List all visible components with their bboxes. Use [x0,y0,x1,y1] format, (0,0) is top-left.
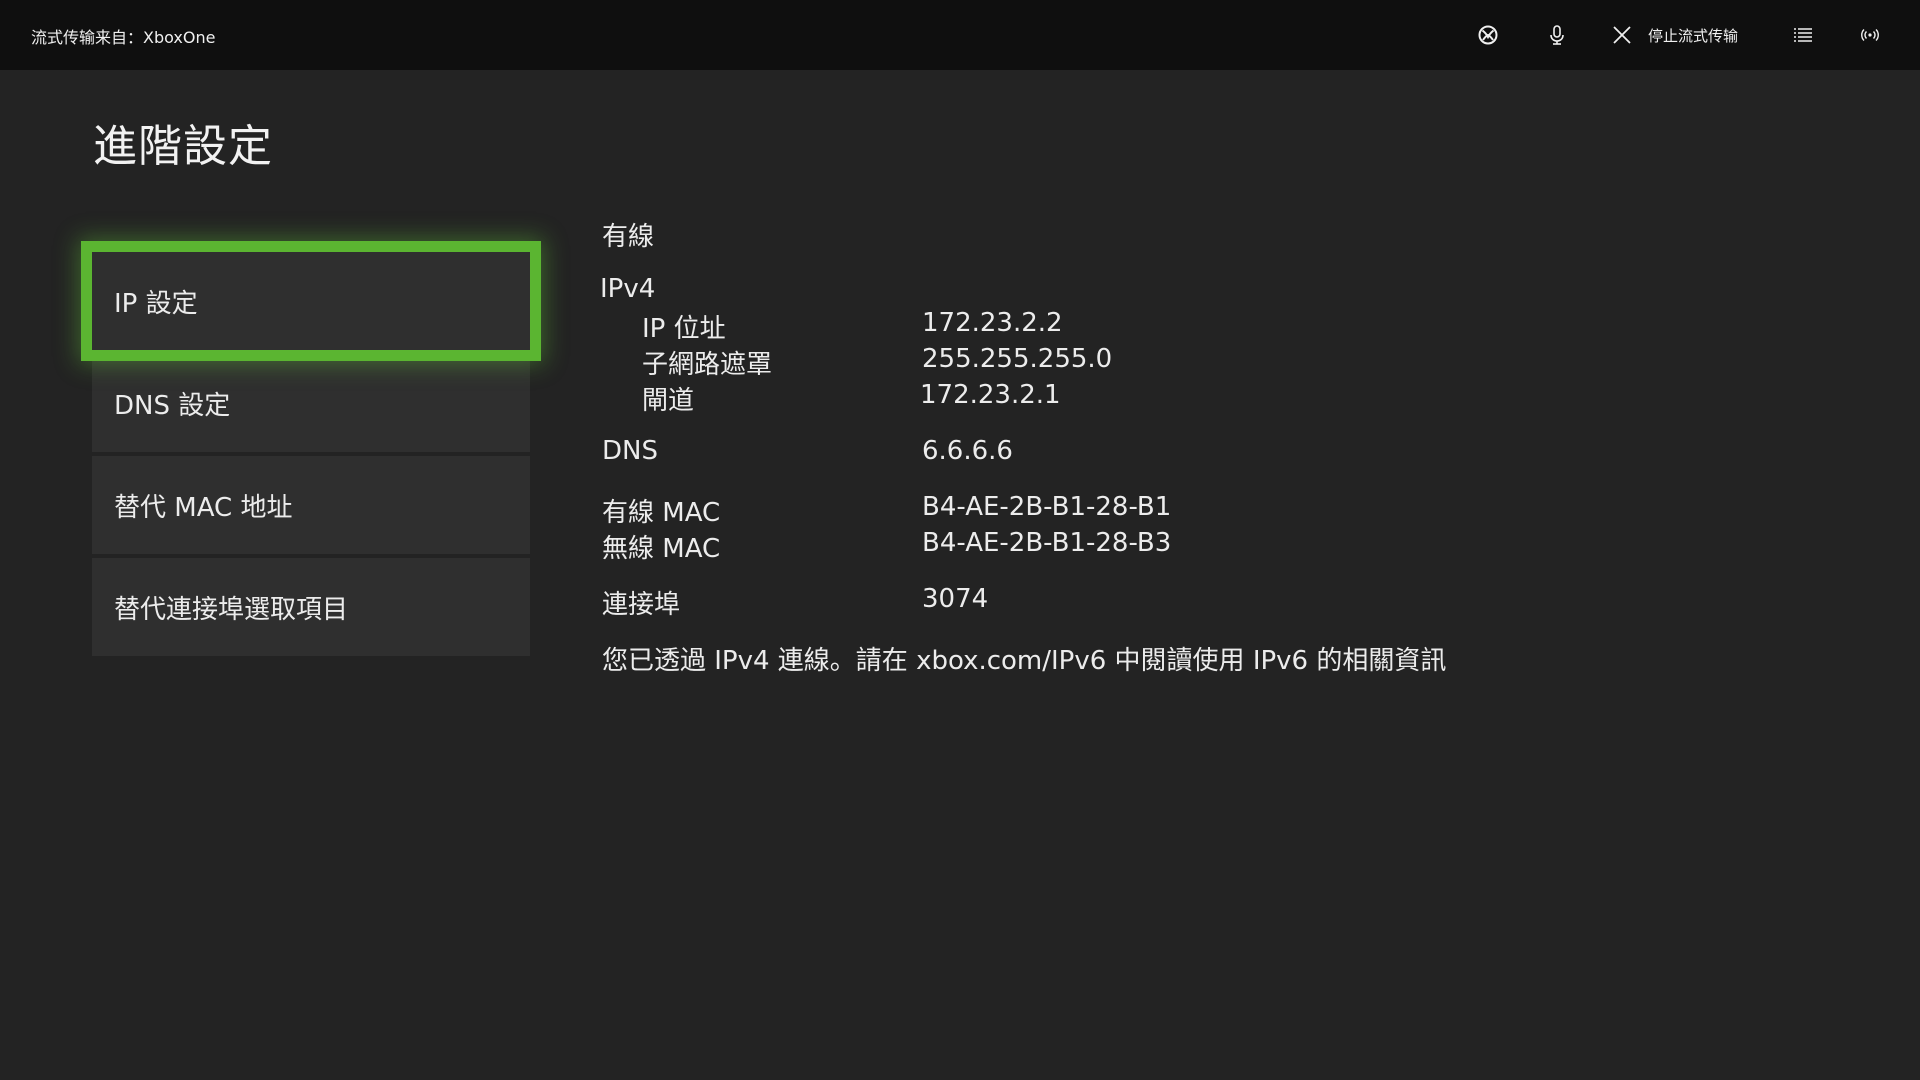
connection-button[interactable] [1857,22,1883,48]
menu-item-label: 替代連接埠選取項目 [114,594,349,625]
wireless-mac-value: B4-AE-2B-B1-28-B3 [922,528,1172,558]
wireless-mac-label: 無線 MAC [602,534,721,564]
xbox-icon [1478,25,1498,45]
streaming-toolbar: 流式传输来自：XboxOne 停止流式传输 [0,0,1920,70]
menu-item-label: 替代 MAC 地址 [114,492,293,523]
subnet-mask-value: 255.255.255.0 [922,344,1113,374]
menu-list-icon [1794,28,1812,42]
gateway-label: 閘道 [642,386,695,416]
menu-button[interactable] [1790,22,1816,48]
stream-source-label: 流式传输来自：XboxOne [31,28,216,47]
menu-item-label: DNS 設定 [114,390,231,421]
dns-label: DNS [602,436,658,466]
stop-streaming-label: 停止流式传输 [1648,26,1739,45]
settings-menu: IP 設定 DNS 設定 替代 MAC 地址 替代連接埠選取項目 [92,252,530,660]
stop-streaming-button[interactable]: 停止流式传输 [1612,20,1738,50]
connection-type: 有線 [602,222,655,252]
menu-item-alternate-mac[interactable]: 替代 MAC 地址 [92,456,530,554]
menu-item-alternate-port[interactable]: 替代連接埠選取項目 [92,558,530,656]
ip-address-value: 172.23.2.2 [922,308,1063,338]
port-value: 3074 [922,584,989,614]
broadcast-icon [1861,29,1879,41]
menu-item-dns-settings[interactable]: DNS 設定 [92,354,530,452]
subnet-mask-label: 子網路遮罩 [642,350,773,380]
page-title: 進階設定 [93,121,273,172]
menu-item-ip-settings[interactable]: IP 設定 [92,252,530,350]
xbox-button[interactable] [1475,22,1501,48]
microphone-icon [1550,25,1564,45]
ip-address-label: IP 位址 [642,314,726,344]
microphone-button[interactable] [1544,22,1570,48]
wired-mac-label: 有線 MAC [602,498,721,528]
close-icon [1613,26,1631,44]
wired-mac-value: B4-AE-2B-B1-28-B1 [922,492,1172,522]
port-label: 連接埠 [602,590,681,620]
dns-value: 6.6.6.6 [922,436,1013,466]
menu-item-label: IP 設定 [114,288,198,319]
ipv6-info-note: 您已透過 IPv4 連線。請在 xbox.com/IPv6 中閱讀使用 IPv6… [602,646,1447,676]
ipv4-heading: IPv4 [600,274,656,304]
gateway-value: 172.23.2.1 [920,380,1061,410]
